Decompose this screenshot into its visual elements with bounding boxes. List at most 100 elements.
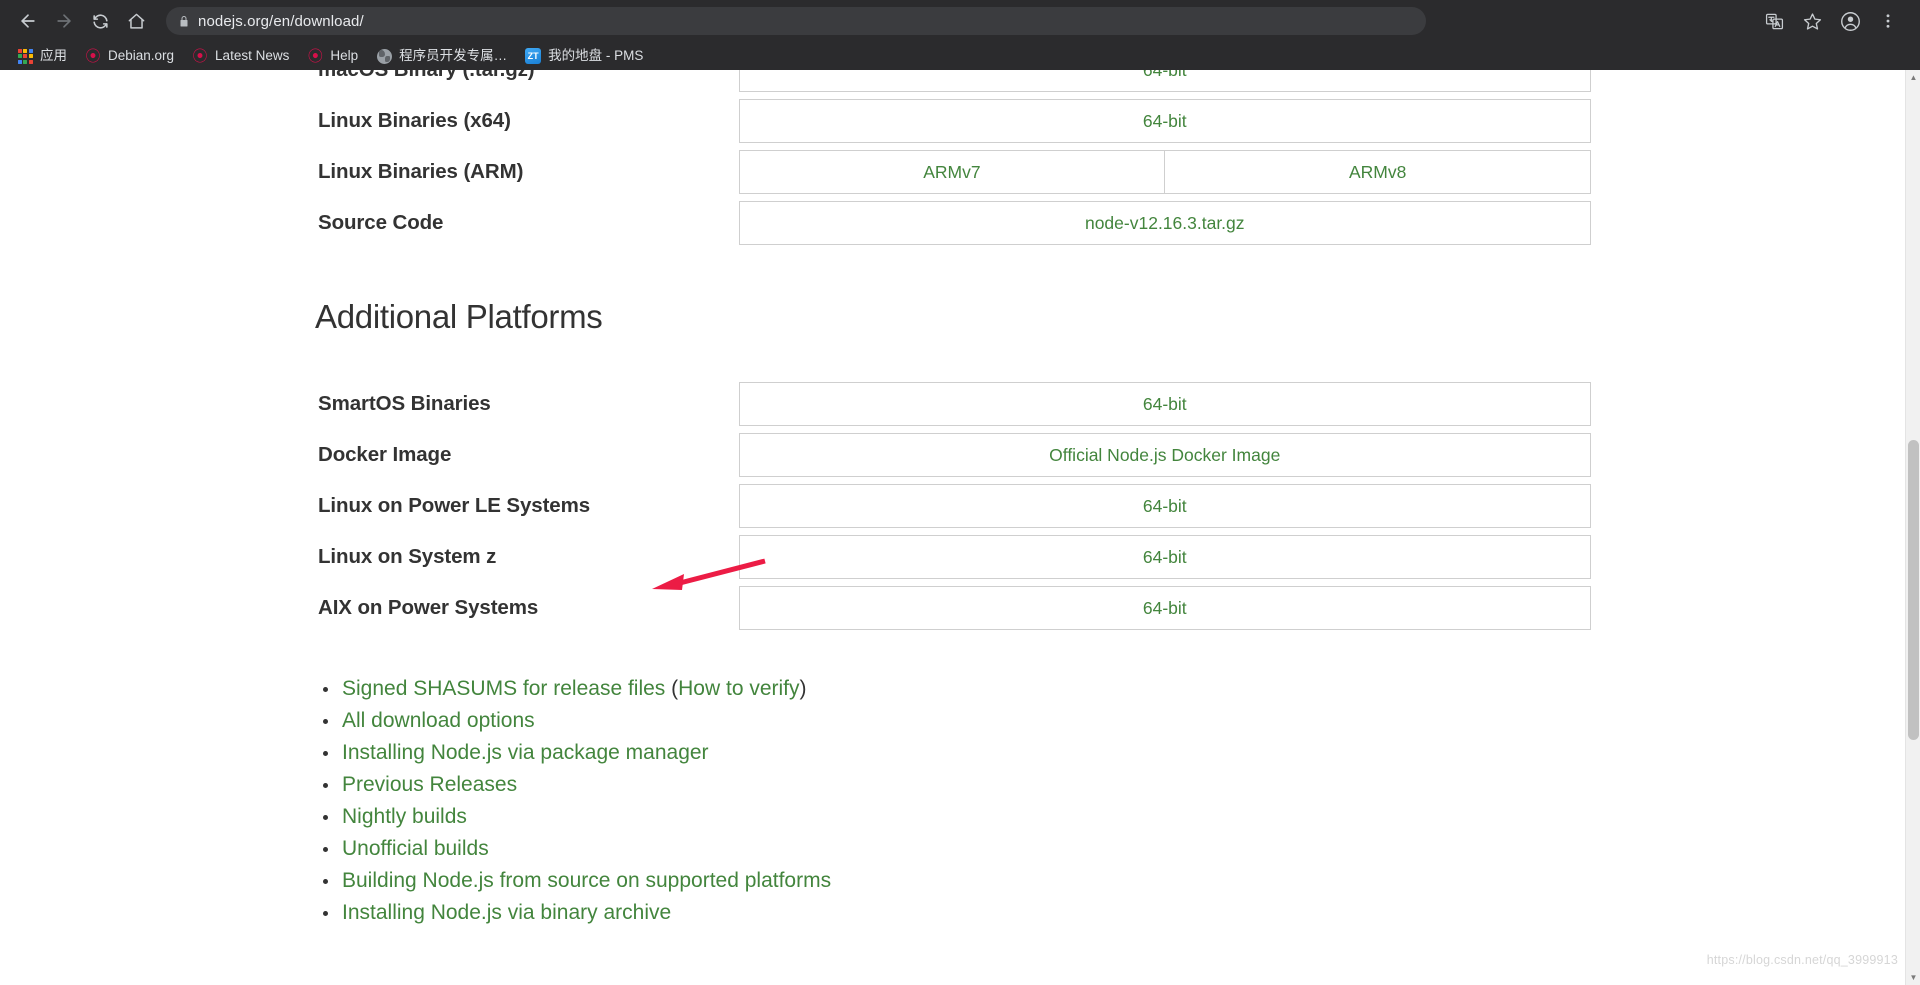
bookmark-item-apps[interactable]: 应用 [8, 45, 76, 67]
download-link[interactable]: node-v12.16.3.tar.gz [1085, 213, 1245, 233]
row-label: SmartOS Binaries [318, 392, 491, 415]
lock-icon [178, 15, 190, 28]
zt-app-icon: ZT [525, 48, 542, 64]
translate-icon[interactable] [1758, 5, 1790, 37]
row-value-cell[interactable]: 64-bit [738, 70, 1591, 92]
debian-swirl-icon: ⦿ [307, 46, 323, 65]
list-item: Signed SHASUMS for release files (How to… [315, 673, 1905, 705]
row-label: Docker Image [318, 443, 452, 466]
downloads-table-wrapper: macOS Binary (.tar.gz) 64-bit Linux Bina… [315, 70, 1905, 245]
bookmark-label: Debian.org [108, 48, 175, 63]
row-value-cell[interactable]: 64-bit [738, 535, 1591, 579]
bookmark-item-programmer-dev[interactable]: 程序员开发专属… [367, 45, 516, 67]
download-link[interactable]: ARMv8 [1349, 162, 1406, 182]
list-item: Installing Node.js via binary archive [315, 897, 1905, 929]
row-value-cell[interactable]: ARMv8 [1164, 150, 1591, 194]
page-viewport: macOS Binary (.tar.gz) 64-bit Linux Bina… [0, 70, 1920, 985]
row-spacer [315, 426, 1591, 434]
row-spacer [315, 579, 1591, 587]
table-row: Linux Binaries (x64) 64-bit [315, 99, 1591, 143]
table-row: Linux on System z 64-bit [315, 535, 1591, 579]
row-label: Linux on Power LE Systems [318, 494, 591, 517]
additional-platforms-table-wrapper: SmartOS Binaries 64-bit Docker Image Off… [315, 382, 1905, 630]
scroll-up-arrow[interactable]: ▲ [1906, 70, 1920, 85]
row-spacer [315, 143, 1591, 151]
download-link[interactable]: 64-bit [1143, 496, 1187, 516]
link-unofficial-builds[interactable]: Unofficial builds [342, 837, 489, 860]
back-button[interactable] [10, 3, 46, 39]
table-row: Docker Image Official Node.js Docker Ima… [315, 433, 1591, 477]
bookmark-item-help[interactable]: ⦿ Help [298, 45, 367, 67]
table-row: macOS Binary (.tar.gz) 64-bit [315, 70, 1591, 92]
link-installing-via-package-manager[interactable]: Installing Node.js via package manager [342, 741, 709, 764]
resource-links-list: Signed SHASUMS for release files (How to… [315, 673, 1905, 929]
table-row: Linux on Power LE Systems 64-bit [315, 484, 1591, 528]
table-row: SmartOS Binaries 64-bit [315, 382, 1591, 426]
browser-toolbar: nodejs.org/en/download/ [0, 0, 1920, 42]
link-previous-releases[interactable]: Previous Releases [342, 773, 517, 796]
additional-platforms-heading: Additional Platforms [315, 298, 603, 335]
row-value-cell[interactable]: Official Node.js Docker Image [738, 433, 1591, 477]
additional-platforms-table: SmartOS Binaries 64-bit Docker Image Off… [315, 382, 1591, 630]
list-item: Previous Releases [315, 769, 1905, 801]
table-row: AIX on Power Systems 64-bit [315, 586, 1591, 630]
address-bar[interactable]: nodejs.org/en/download/ [166, 7, 1426, 35]
browser-chrome: nodejs.org/en/download/ 应用 ⦿ Debian.org … [0, 0, 1920, 70]
bookmark-item-pms[interactable]: ZT 我的地盘 - PMS [516, 45, 652, 67]
debian-swirl-icon: ⦿ [192, 46, 208, 65]
download-link[interactable]: 64-bit [1143, 394, 1187, 414]
list-item: Building Node.js from source on supporte… [315, 865, 1905, 897]
row-label: AIX on Power Systems [318, 596, 539, 619]
download-link[interactable]: 64-bit [1143, 111, 1187, 131]
list-item: All download options [315, 705, 1905, 737]
bookmarks-bar: 应用 ⦿ Debian.org ⦿ Latest News ⦿ Help 程序员… [0, 42, 1920, 70]
list-item: Unofficial builds [315, 833, 1905, 865]
link-all-download-options[interactable]: All download options [342, 709, 535, 732]
row-spacer [315, 528, 1591, 536]
reload-button[interactable] [82, 3, 118, 39]
row-value-cell[interactable]: 64-bit [738, 382, 1591, 426]
row-value-cell[interactable]: 64-bit [738, 484, 1591, 528]
row-spacer [315, 477, 1591, 485]
row-value-cell[interactable]: ARMv7 [738, 150, 1166, 194]
link-installing-via-binary-archive[interactable]: Installing Node.js via binary archive [342, 901, 671, 924]
table-row: Source Code node-v12.16.3.tar.gz [315, 201, 1591, 245]
forward-button[interactable] [46, 3, 82, 39]
bookmark-label: 程序员开发专属… [399, 48, 508, 63]
bookmark-star-icon[interactable] [1796, 5, 1828, 37]
address-bar-url: nodejs.org/en/download/ [198, 12, 364, 30]
bookmark-item-debian-org[interactable]: ⦿ Debian.org [76, 45, 183, 67]
paren-open: ( [665, 677, 679, 700]
row-value-cell[interactable]: node-v12.16.3.tar.gz [738, 201, 1591, 245]
list-item: Nightly builds [315, 801, 1905, 833]
download-link[interactable]: 64-bit [1143, 547, 1187, 567]
row-label: Source Code [318, 211, 444, 234]
bookmark-label: 应用 [40, 48, 67, 63]
scrollbar-thumb[interactable] [1908, 440, 1919, 740]
row-label: Linux on System z [318, 545, 497, 568]
row-value-cell[interactable]: 64-bit [738, 99, 1591, 143]
download-link[interactable]: 64-bit [1143, 70, 1187, 80]
home-button[interactable] [118, 3, 154, 39]
bookmark-label: Latest News [215, 48, 290, 63]
row-label: Linux Binaries (x64) [318, 109, 511, 132]
browser-menu-icon[interactable] [1872, 5, 1904, 37]
watermark-text: https://blog.csdn.net/qq_3999913 [1706, 953, 1898, 967]
scroll-down-arrow[interactable]: ▼ [1906, 970, 1920, 985]
download-link[interactable]: Official Node.js Docker Image [1049, 445, 1280, 465]
link-nightly-builds[interactable]: Nightly builds [342, 805, 467, 828]
row-value-cell[interactable]: 64-bit [738, 586, 1591, 630]
page-content: macOS Binary (.tar.gz) 64-bit Linux Bina… [0, 70, 1905, 929]
profile-icon[interactable] [1834, 5, 1866, 37]
download-link[interactable]: 64-bit [1143, 598, 1187, 618]
row-label: Linux Binaries (ARM) [318, 160, 524, 183]
download-link[interactable]: ARMv7 [923, 162, 980, 182]
row-label: macOS Binary (.tar.gz) [315, 70, 739, 92]
link-building-from-source[interactable]: Building Node.js from source on supporte… [342, 869, 831, 892]
link-how-to-verify[interactable]: How to verify [678, 677, 799, 700]
row-spacer [315, 92, 1591, 100]
bookmark-item-latest-news[interactable]: ⦿ Latest News [183, 45, 298, 67]
toolbar-right-actions [1758, 5, 1910, 37]
page-scrollbar[interactable]: ▲ ▼ [1905, 70, 1920, 985]
link-signed-shasums[interactable]: Signed SHASUMS for release files [342, 677, 665, 700]
